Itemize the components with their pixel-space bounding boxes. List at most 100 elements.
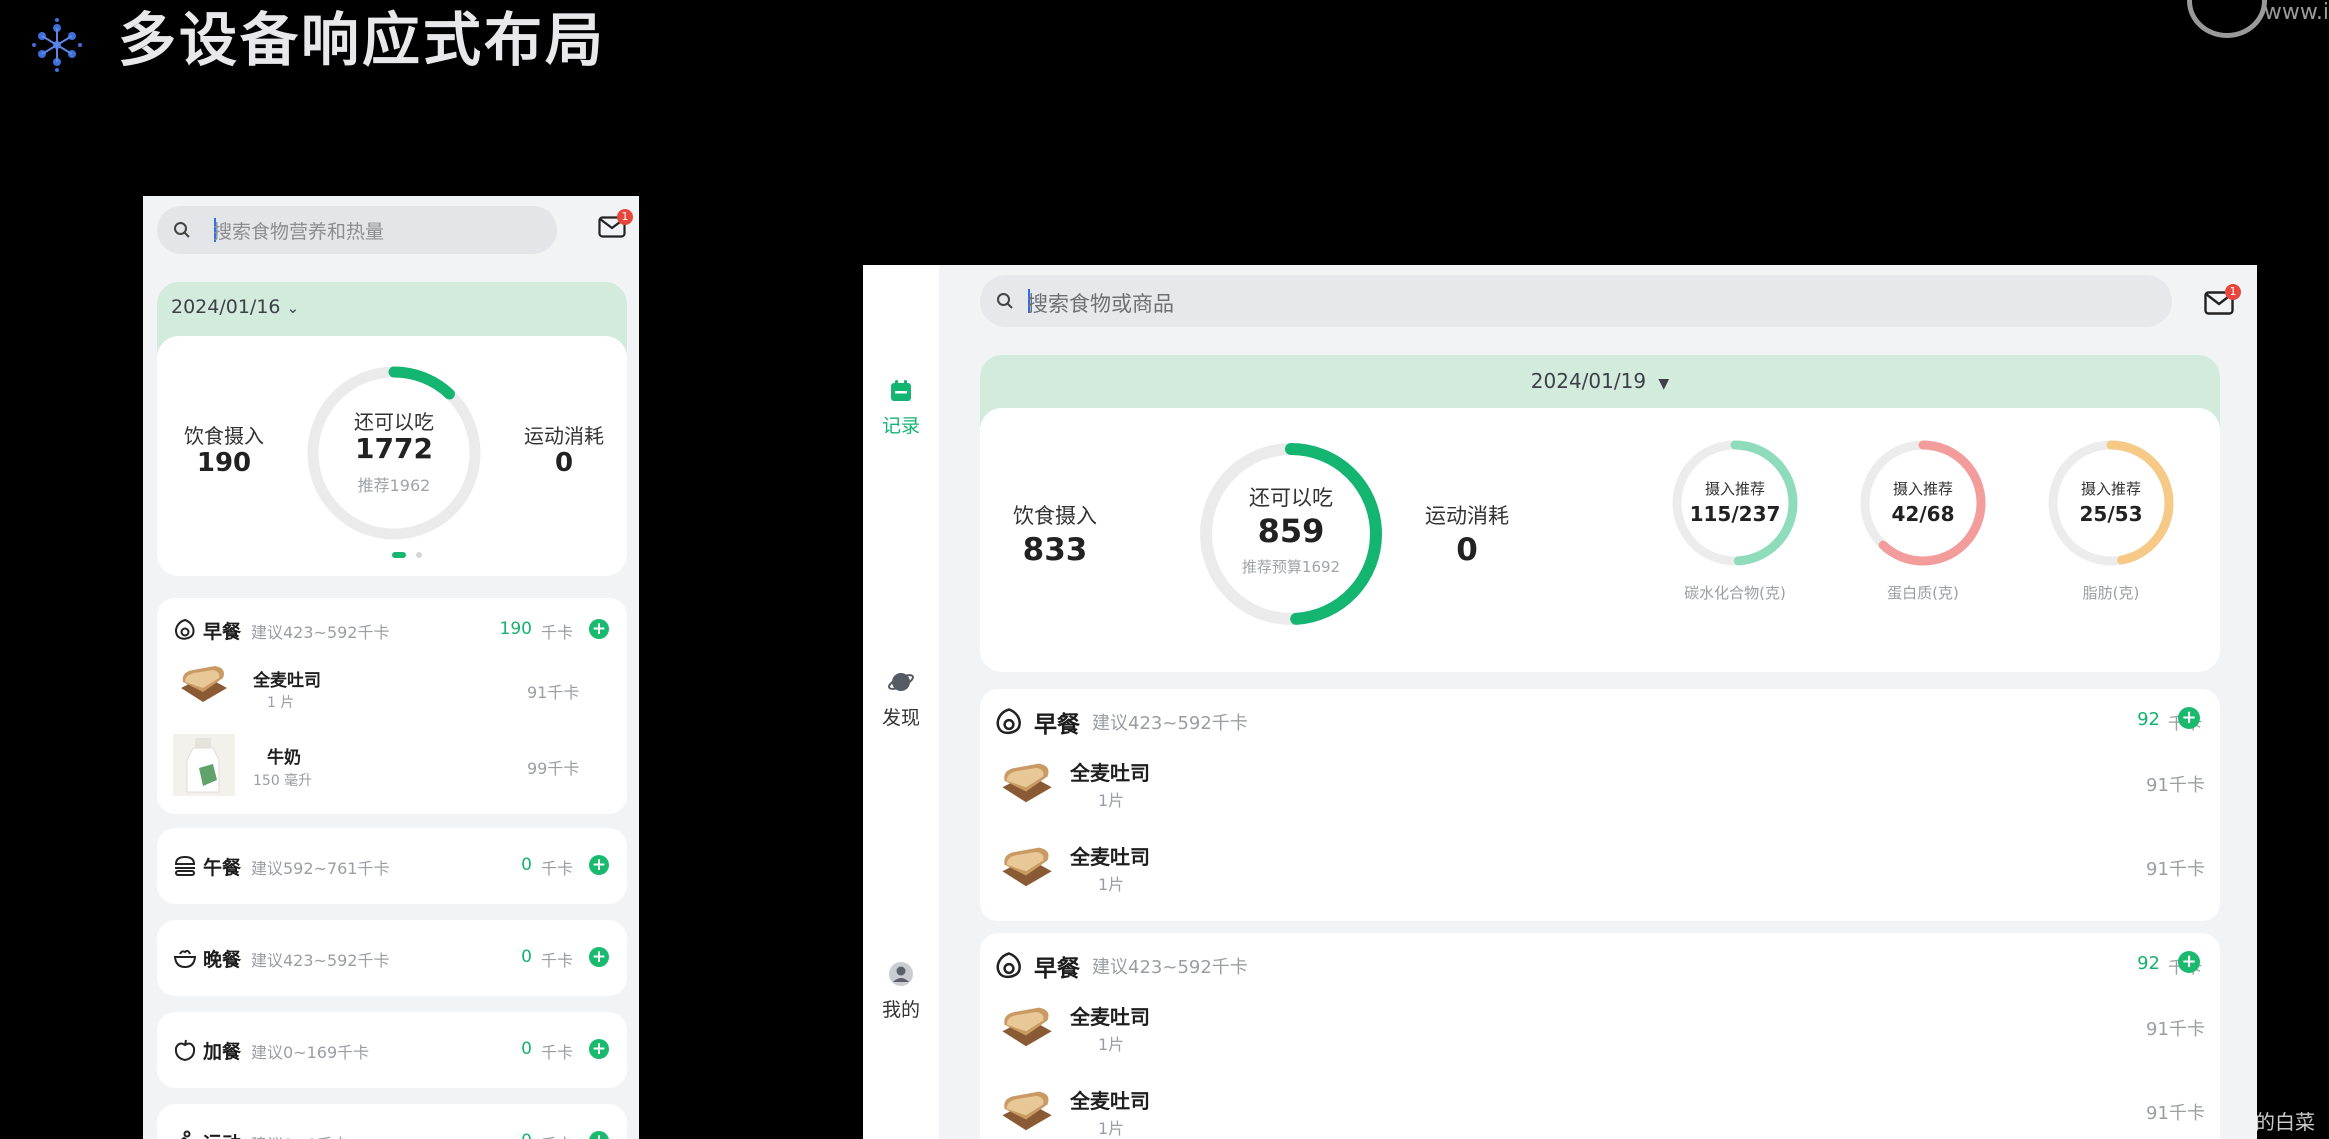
caret-down-icon: ▼ — [1658, 376, 1670, 392]
milk-icon — [173, 734, 235, 796]
food-name: 全麦吐司 — [1070, 845, 1150, 869]
food-kcal: 99千卡 — [527, 759, 580, 778]
sidebar: 记录 发现 我的 — [863, 265, 939, 1139]
meal-suggestion: 建议423~592千卡 — [251, 623, 390, 642]
intake-value: 833 — [1022, 532, 1088, 568]
search-placeholder: 搜索食物或商品 — [1027, 292, 1174, 316]
nutrient-value: 115/237 — [1689, 502, 1781, 526]
meal-kcal-unit: 千卡 — [541, 1043, 574, 1062]
meal-title: 早餐 — [203, 621, 242, 643]
slide-title: 多设备响应式布局 — [118, 6, 607, 74]
search-icon — [997, 293, 1013, 309]
snowflake-logo-icon — [32, 18, 82, 72]
search-icon — [174, 222, 190, 238]
mail-button[interactable]: 1 — [2204, 284, 2241, 319]
meal-kcal: 0 — [521, 947, 532, 967]
food-name: 全麦吐司 — [1070, 1005, 1150, 1029]
meal-title: 加餐 — [203, 1041, 242, 1063]
exercise-value: 0 — [554, 448, 574, 478]
main-content: 搜索食物或商品 1 2024/01/19 ▼ 饮食摄入 833 还可以吃 859 — [939, 265, 2257, 1139]
search-input[interactable]: 搜索食物营养和热量 — [157, 206, 557, 254]
meal-card-lunch[interactable]: 午餐 建议592~761千卡 0 千卡 + — [157, 828, 627, 904]
food-name: 全麦吐司 — [1070, 1089, 1150, 1113]
date-value: 2024/01/19 — [1530, 369, 1647, 393]
intake-label: 饮食摄入 — [184, 424, 264, 448]
search-input[interactable]: 搜索食物或商品 — [980, 275, 2172, 327]
nutrient-label: 摄入推荐 — [1892, 480, 1953, 498]
meal-card-breakfast[interactable]: 早餐 建议423~592千卡 92 千卡 + 全麦吐司 1片 91千卡 全麦吐司… — [980, 689, 2220, 921]
egg-icon — [996, 708, 1021, 735]
meal-card-breakfast[interactable]: 早餐 建议423~592千卡 190 千卡 + 全麦吐司 1 片 91千卡 牛奶… — [157, 598, 627, 814]
calorie-summary[interactable]: 饮食摄入 190 还可以吃 1772 推荐1962 运动消耗 0 — [157, 336, 627, 576]
tablet-screen: 记录 发现 我的 搜索食物或商品 1 2024/01/19 ▼ 饮食摄入 833… — [863, 265, 2257, 1139]
exercise-value: 0 — [1456, 532, 1478, 568]
meal-kcal-unit: 千卡 — [541, 951, 574, 970]
add-food-button[interactable]: + — [589, 1131, 609, 1139]
meal-title: 晚餐 — [203, 949, 242, 971]
food-name: 全麦吐司 — [1070, 761, 1150, 785]
meal-card-exercise[interactable]: 运动 建议0~0千卡 0 千卡 + — [157, 1104, 627, 1139]
food-name: 全麦吐司 — [253, 671, 321, 691]
egg-icon — [175, 618, 195, 640]
food-qty: 1片 — [1098, 791, 1125, 810]
meal-card-breakfast[interactable]: 早餐 建议423~592千卡 92 千卡 + 全麦吐司 1片 91千卡 全麦吐司… — [980, 933, 2220, 1139]
nutrient-value: 42/68 — [1891, 502, 1955, 526]
pager-dot[interactable] — [416, 552, 422, 558]
exercise-label: 运动消耗 — [1425, 504, 1509, 528]
sidebar-item-label: 记录 — [881, 415, 920, 437]
add-food-button[interactable]: + — [2178, 707, 2200, 729]
sidebar-item-label: 发现 — [881, 707, 920, 729]
food-kcal: 91千卡 — [2146, 859, 2205, 880]
nutrient-value: 25/53 — [2079, 502, 2143, 526]
sidebar-item-records[interactable]: 记录 — [863, 379, 939, 438]
meal-kcal: 0 — [521, 1039, 532, 1059]
food-name: 牛奶 — [267, 748, 301, 768]
bowl-icon — [173, 949, 197, 969]
add-food-button[interactable]: + — [589, 855, 609, 875]
add-food-button[interactable]: + — [589, 1039, 609, 1059]
meal-kcal: 92 — [2137, 709, 2160, 730]
corner-url-text: www.i — [2263, 0, 2329, 25]
meal-card-dinner[interactable]: 晚餐 建议423~592千卡 0 千卡 + — [157, 920, 627, 996]
meal-title: 午餐 — [203, 857, 242, 879]
sidebar-item-label: 我的 — [881, 999, 920, 1021]
nutrient-fat[interactable]: 摄入推荐 25/53 脂肪(克) — [2030, 438, 2190, 638]
meal-suggestion: 建议0~169千卡 — [251, 1043, 370, 1062]
search-placeholder: 搜索食物营养和热量 — [213, 221, 385, 243]
mail-button[interactable]: 1 — [598, 209, 633, 242]
nutrient-caption: 蛋白质(克) — [1887, 584, 1959, 602]
calorie-summary[interactable]: 饮食摄入 833 还可以吃 859 推荐预算1692 运动消耗 0 摄入推荐 1… — [980, 408, 2220, 672]
meal-kcal: 92 — [2137, 953, 2160, 974]
add-food-button[interactable]: + — [589, 947, 609, 967]
sidebar-item-discover[interactable]: 发现 — [863, 669, 939, 730]
food-qty: 1 片 — [267, 695, 295, 711]
nutrient-label: 摄入推荐 — [1704, 480, 1765, 498]
meal-suggestion: 建议423~592千卡 — [251, 951, 390, 970]
recommend-text: 推荐1962 — [357, 476, 431, 495]
nutrient-caption: 碳水化合物(克) — [1684, 584, 1786, 602]
food-kcal: 91千卡 — [2146, 1019, 2205, 1040]
meal-kcal-unit: 千卡 — [541, 623, 574, 642]
meal-card-snack[interactable]: 加餐 建议0~169千卡 0 千卡 + — [157, 1012, 627, 1088]
add-food-button[interactable]: + — [2178, 951, 2200, 973]
meal-suggestion: 建议0~0千卡 — [251, 1131, 349, 1139]
date-selector[interactable]: 2024/01/19 ▼ — [980, 369, 2220, 393]
meal-title: 早餐 — [1034, 956, 1080, 982]
remaining-value: 859 — [1257, 512, 1325, 550]
pager-dot-active[interactable] — [392, 552, 406, 558]
meal-kcal-unit: 千卡 — [541, 859, 574, 878]
planet-icon — [888, 673, 914, 691]
meal-kcal: 0 — [497, 1131, 532, 1139]
burger-icon — [174, 855, 196, 876]
sidebar-item-mine[interactable]: 我的 — [863, 961, 939, 1022]
add-food-button[interactable]: + — [589, 619, 609, 639]
nutrient-protein[interactable]: 摄入推荐 42/68 蛋白质(克) — [1842, 438, 2002, 638]
date-selector[interactable]: 2024/01/16 ⌄ — [171, 296, 299, 318]
nutrient-caption: 脂肪(克) — [2082, 584, 2140, 602]
food-qty: 1片 — [1098, 1119, 1125, 1138]
intake-value: 190 — [196, 448, 252, 478]
mail-badge: 1 — [617, 209, 633, 225]
meal-suggestion: 建议423~592千卡 — [1092, 713, 1248, 734]
meal-suggestion: 建议592~761千卡 — [251, 859, 390, 878]
nutrient-carbs[interactable]: 摄入推荐 115/237 碳水化合物(克) — [1654, 438, 1814, 638]
